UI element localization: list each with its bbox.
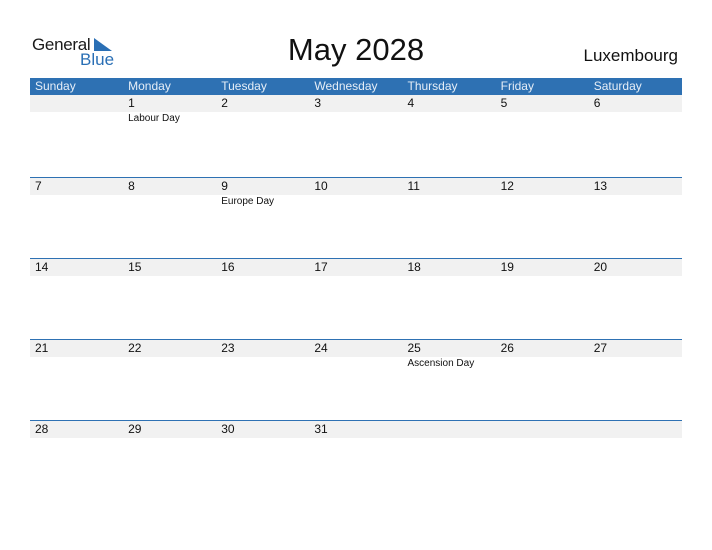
day-cell: 26 (496, 340, 589, 421)
day-number: 16 (221, 260, 235, 274)
day-number: 27 (593, 341, 608, 355)
day-cell: 17 (309, 259, 402, 340)
day-cell: 28 (30, 421, 123, 502)
day-number: 1 (128, 96, 135, 110)
holiday-label: Ascension Day (407, 358, 475, 369)
day-cell (496, 421, 589, 502)
holiday-label: Labour Day (128, 113, 180, 124)
day-cell: 29 (123, 421, 216, 502)
day-cell: 1 Labour Day (123, 95, 216, 176)
day-cell: 8 (123, 178, 216, 259)
day-number: 5 (500, 96, 508, 110)
day-number (501, 421, 589, 438)
day-cell: 18 (403, 259, 496, 340)
day-number: 17 (314, 260, 328, 274)
day-number: 4 (407, 96, 415, 110)
day-number: 7 (35, 179, 42, 193)
day-number: 9 (221, 179, 228, 193)
day-cell: 6 (589, 95, 682, 176)
day-cell: 23 (216, 340, 309, 421)
week-row: 7 8 9 Europe Day 10 11 12 13 (30, 177, 682, 258)
holiday-label: Europe Day (221, 196, 275, 207)
day-number: 13 (593, 179, 608, 193)
day-number: 14 (35, 260, 49, 274)
day-cell: 27 (589, 340, 682, 421)
day-cell: 30 (216, 421, 309, 502)
day-number: 26 (500, 341, 514, 355)
day-cell: 22 (123, 340, 216, 421)
day-number: 22 (128, 341, 142, 355)
day-number: 21 (35, 341, 49, 355)
day-cell (403, 421, 496, 502)
day-cell: 24 (309, 340, 402, 421)
week-row: 14 15 16 17 18 19 20 (30, 258, 682, 339)
day-cell: 31 (309, 421, 402, 502)
day-number: 3 (314, 96, 322, 110)
day-cell: 5 (496, 95, 589, 176)
day-number: 6 (593, 96, 601, 110)
country-name: Luxembourg (583, 46, 678, 65)
weekday-wednesday: Wednesday (314, 79, 378, 93)
day-number: 12 (500, 179, 514, 193)
week-row: 28 29 30 31 (30, 420, 682, 501)
day-cell: 16 (216, 259, 309, 340)
day-cell (589, 421, 682, 502)
day-cell: 7 (30, 178, 123, 259)
day-cell: 10 (309, 178, 402, 259)
day-cell: 13 (589, 178, 682, 259)
day-number: 19 (500, 260, 514, 274)
day-cell: 21 (30, 340, 123, 421)
day-cell: 19 (496, 259, 589, 340)
week-row: 1 Labour Day 2 3 4 5 6 (30, 95, 682, 176)
day-cell (30, 95, 123, 176)
day-number: 11 (407, 179, 420, 193)
day-number: 10 (314, 179, 328, 193)
day-cell: 25 Ascension Day (403, 340, 496, 421)
weekday-thursday: Thursday (407, 79, 458, 93)
day-number (594, 421, 682, 438)
day-number: 24 (314, 341, 328, 355)
day-number: 28 (35, 422, 49, 436)
day-number: 8 (128, 179, 135, 193)
weekday-monday: Monday (128, 79, 171, 93)
day-number: 29 (128, 422, 142, 436)
day-cell: 14 (30, 259, 123, 340)
day-cell: 12 (496, 178, 589, 259)
day-cell: 4 (403, 95, 496, 176)
day-number: 23 (221, 341, 235, 355)
day-number: 2 (221, 96, 228, 110)
day-cell: 20 (589, 259, 682, 340)
weekday-friday: Friday (500, 79, 534, 93)
day-cell: 11 (403, 178, 496, 259)
day-cell: 3 (309, 95, 402, 176)
day-number (35, 95, 123, 112)
week-row: 21 22 23 24 25 Ascension Day 26 27 (30, 339, 682, 420)
day-cell: 2 (216, 95, 309, 176)
day-number: 30 (221, 422, 235, 436)
weekday-tuesday: Tuesday (221, 79, 267, 93)
day-number: 18 (407, 260, 421, 274)
weekday-sunday: Sunday (35, 79, 76, 93)
day-number (408, 421, 496, 438)
day-cell: 9 Europe Day (216, 178, 309, 259)
day-number: 25 (407, 341, 421, 355)
day-cell: 15 (123, 259, 216, 340)
day-number: 15 (128, 260, 142, 274)
weekday-saturday: Saturday (593, 79, 642, 93)
day-number: 20 (593, 260, 608, 274)
weekday-header: Sunday Monday Tuesday Wednesday Thursday… (30, 78, 682, 95)
day-number: 31 (314, 422, 328, 436)
